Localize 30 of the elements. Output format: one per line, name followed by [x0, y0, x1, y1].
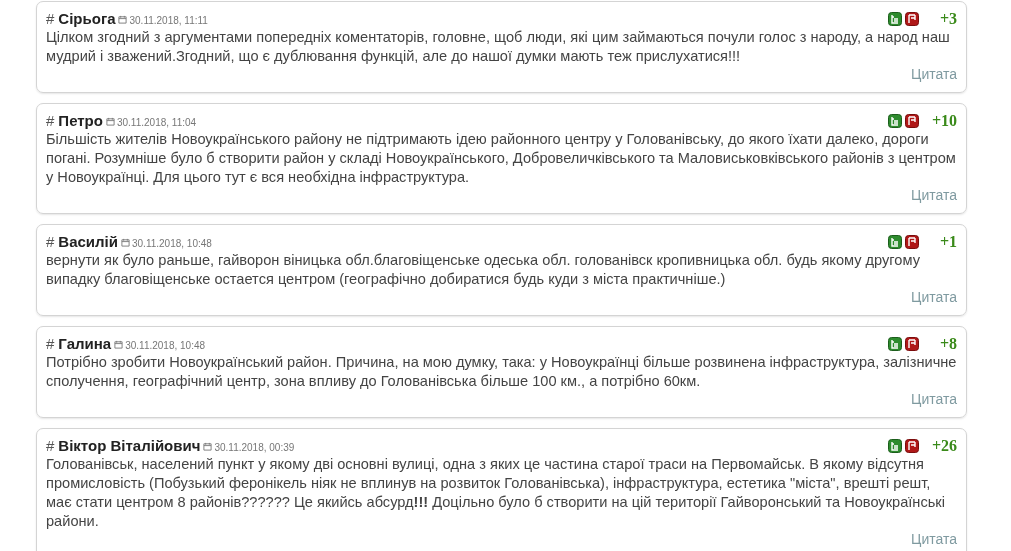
- comment-text: Потрібно зробити Новоукраїнський район. Причина, на мою думку, така: у Новоукраїнці більше розвинена інфраструктура, залізничне сполучення, географічний центр, зона впливу до Голованівська більше 100 км., а потрібно 60км.: [46, 353, 957, 391]
- comment-link[interactable]: #: [46, 112, 55, 129]
- author-name: Василій: [58, 233, 118, 250]
- calendar-icon: [118, 14, 128, 24]
- comment-date: 30.11.2018, 11:04: [116, 117, 197, 128]
- vote-score: +26: [930, 437, 957, 455]
- comment-link[interactable]: #: [46, 233, 55, 250]
- comment-text: Голованівськ, населений пункт у якому дві основні вулиці, одна з яких це частина старої траси на Первомайськ. В якому відсутня промисловість (Побузький феронікель ніяк не вплинув на розвиток Голованівська), інфраструктура, естетика "міста", врешті решт, має стати центром 8 районів?????? Це якийсь абсурд!!! Доцільно було б створити на цій території Гайворонський та Новоукраїнські райони.: [46, 455, 946, 531]
- author-name: Сірьога: [58, 10, 116, 27]
- comment-link[interactable]: #: [46, 335, 55, 352]
- comment-date: 30.11.2018, 11:11: [129, 15, 208, 26]
- comment-link[interactable]: #: [46, 10, 55, 27]
- author-name: Віктор Віталійович: [58, 437, 201, 454]
- author-name: Петро: [58, 112, 103, 129]
- comment-link[interactable]: #: [46, 437, 55, 454]
- vote-score: +8: [938, 335, 957, 353]
- vote-score: +1: [938, 233, 957, 251]
- comment-date: 30.11.2018, 00:39: [214, 442, 295, 453]
- vote-score: +10: [930, 112, 957, 130]
- calendar-icon: [121, 237, 130, 247]
- comment-text: вернути як було раньше, гайворон віницька обл.благовіщенське одеська обл. голованівск кропивницька обл. будь якому другому випадку благовіщенське остается центром (географічно добиратися будь куди з міста практичніше.): [46, 251, 921, 289]
- comment-date: 30.11.2018, 10:48: [125, 340, 206, 351]
- comment-text: Більшість жителів Новоукраїнського району не підтримають ідею районного центру у Голованівську, до якого їхати далеко, дороги погані. Розумніше було б створити район у складі Новоукраїнського, Добровеличківського та Маловиськовківського районів з центром у Новоукраїнці. Для цього тут є вся необхідна інфраструктура.: [46, 130, 957, 187]
- author-name: Галина: [58, 335, 112, 352]
- vote-score: +3: [938, 10, 957, 28]
- comment-date: 30.11.2018, 10:48: [132, 238, 212, 249]
- comment-text: Цілком згодний з аргументами попередніх коментаторів, головне, щоб люди, які цим займаються почули голос з народу, а народ наш мудрий і зважений.Згодний, що є дублювання функцій, але до нашої думки мають теж прислухатися!!!: [46, 28, 951, 66]
- calendar-icon: [203, 441, 213, 451]
- calendar-icon: [114, 339, 124, 349]
- calendar-icon: [105, 116, 115, 126]
